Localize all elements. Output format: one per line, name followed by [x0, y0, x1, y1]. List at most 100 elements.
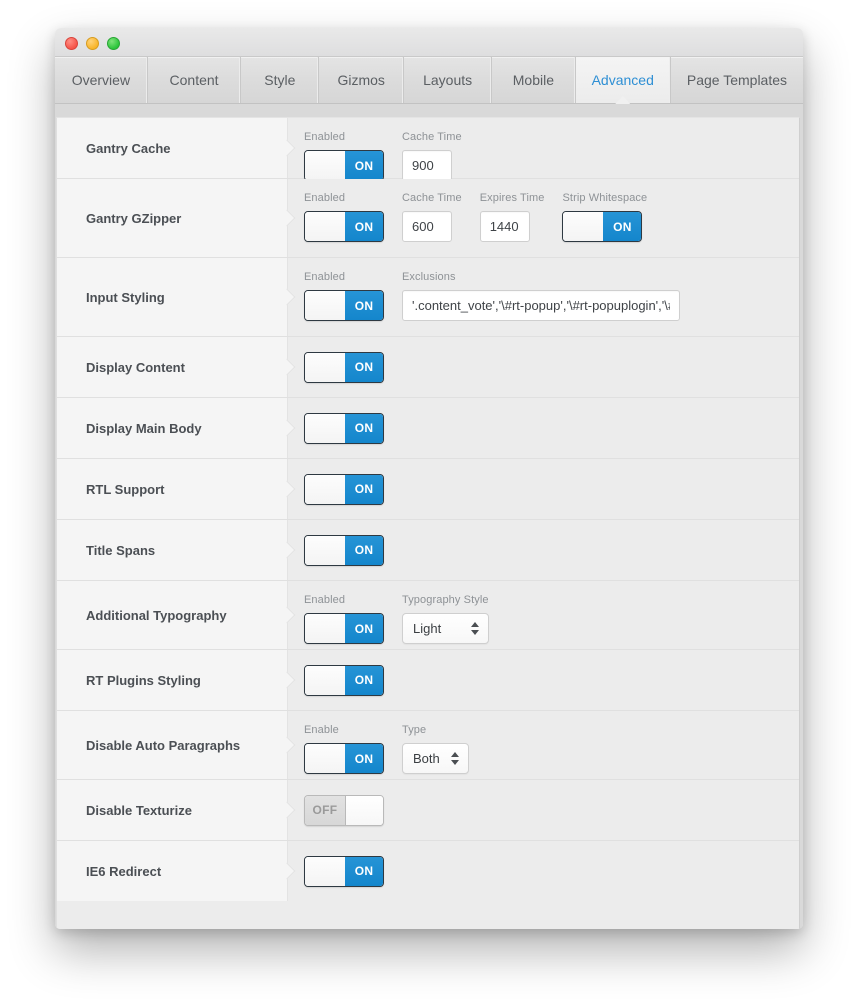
toggle-switch[interactable]: ON — [562, 211, 643, 242]
toggle-state-label: ON — [603, 212, 642, 241]
toggle-state-label: ON — [345, 352, 383, 382]
field-group: Exclusions — [402, 271, 680, 321]
field-group: Enabled ON — [304, 594, 384, 644]
toggle-knob — [305, 413, 345, 443]
field-group: Enabled ON — [304, 131, 384, 181]
toggle-switch[interactable]: ON — [304, 613, 384, 644]
tab-page-templates[interactable]: Page Templates — [671, 57, 803, 103]
settings-row-fields: ON — [288, 650, 799, 710]
field-group: Strip Whitespace ON — [562, 192, 647, 242]
select-dropdown[interactable]: Both — [402, 743, 469, 774]
toggle-knob — [305, 856, 345, 886]
toggle-knob — [305, 474, 345, 504]
field-group: ON — [304, 534, 384, 566]
tab-style[interactable]: Style — [241, 57, 320, 103]
toggle-switch[interactable]: ON — [304, 664, 384, 696]
tab-advanced[interactable]: Advanced — [575, 57, 671, 103]
field-label: Enabled — [304, 594, 346, 606]
settings-row-fields: ON — [288, 520, 799, 580]
tab-bar: Overview Content Style Gizmos Layouts Mobile A… — [55, 57, 803, 104]
settings-row: IE6 Redirect ON — [57, 841, 799, 901]
field-label: Enabled — [304, 192, 346, 204]
settings-row: RTL Support ON — [57, 459, 799, 520]
settings-row-fields: ON — [288, 459, 799, 519]
text-input[interactable] — [479, 211, 530, 242]
tab-mobile[interactable]: Mobile — [492, 57, 576, 103]
field-group: ON — [304, 412, 384, 444]
toggle-switch[interactable]: ON — [304, 855, 384, 887]
field-label: Enabled — [304, 131, 346, 143]
toggle-switch[interactable]: ON — [304, 351, 384, 383]
toggle-switch[interactable]: ON — [304, 290, 384, 321]
field-group: ON — [304, 855, 384, 887]
tab-layouts[interactable]: Layouts — [404, 57, 493, 103]
settings-row-fields: Enabled ON Cache Time Expires Time Strip Whi… — [288, 179, 799, 257]
toggle-switch[interactable]: ON — [304, 743, 384, 774]
text-input[interactable] — [402, 211, 452, 242]
field-group: Enable ON — [304, 724, 384, 774]
field-label: Cache Time — [402, 192, 462, 204]
tab-overview[interactable]: Overview — [55, 57, 148, 103]
settings-row-label: Input Styling — [57, 258, 288, 336]
settings-row-label: RTL Support — [57, 459, 288, 519]
settings-row: Disable Auto Paragraphs Enable ON Type Both — [57, 711, 799, 780]
window-controls — [65, 37, 120, 50]
settings-row: Disable Texturize OFF — [57, 780, 799, 841]
settings-row: Gantry Cache Enabled ON Cache Time — [57, 118, 799, 181]
toggle-switch[interactable]: ON — [304, 473, 384, 505]
field-label: Expires Time — [479, 192, 545, 204]
settings-panel: Gantry CacheEnabledONCache TimeGantry GZ… — [55, 104, 803, 929]
toggle-knob — [305, 665, 345, 695]
field-group: ON — [304, 351, 384, 383]
select-value[interactable]: Both — [402, 743, 469, 774]
field-group: Cache Time — [402, 192, 462, 242]
settings-row: Display Main Body ON — [57, 398, 799, 459]
text-input[interactable] — [402, 290, 680, 321]
select-value[interactable]: Light — [402, 613, 489, 644]
minimize-button[interactable] — [86, 37, 99, 50]
close-button[interactable] — [65, 37, 78, 50]
settings-row-label: Title Spans — [57, 520, 288, 580]
toggle-state-label: ON — [345, 474, 383, 504]
settings-row: Display Content ON — [57, 337, 799, 398]
tab-gizmos[interactable]: Gizmos — [319, 57, 405, 103]
settings-row-label: Additional Typography — [57, 581, 288, 649]
toggle-state-label: ON — [345, 614, 383, 643]
field-group: Expires Time — [479, 192, 545, 242]
settings-row-fields: ON — [288, 398, 799, 458]
text-input[interactable] — [402, 150, 452, 181]
settings-row-fields: Enabled ON Exclusions — [288, 258, 799, 336]
field-label: Strip Whitespace — [562, 192, 648, 204]
toggle-switch[interactable]: OFF — [304, 794, 384, 826]
settings-row: Title Spans ON — [57, 520, 799, 581]
toggle-switch[interactable]: ON — [304, 534, 384, 566]
toggle-switch[interactable]: ON — [304, 150, 384, 181]
field-label: Enabled — [304, 271, 346, 283]
settings-row-fields: Enabled ON Typography Style Light — [288, 581, 799, 649]
toggle-state-label: OFF — [305, 795, 346, 825]
settings-row-label: Disable Texturize — [57, 780, 288, 840]
settings-row-label: Display Content — [57, 337, 288, 397]
settings-row: Gantry GZipper Enabled ON Cache Time Expires… — [57, 179, 799, 258]
settings-row-fields: ON — [288, 841, 799, 901]
settings-row-label: IE6 Redirect — [57, 841, 288, 901]
select-dropdown[interactable]: Light — [402, 613, 489, 644]
field-group: Typography Style Light — [402, 594, 489, 644]
toggle-state-label: ON — [345, 151, 383, 180]
field-group: ON — [304, 664, 384, 696]
field-group: Enabled ON — [304, 271, 384, 321]
settings-row-label: Disable Auto Paragraphs — [57, 711, 288, 779]
settings-row-label: RT Plugins Styling — [57, 650, 288, 710]
settings-row-fields: Enabled ON Cache Time — [288, 118, 799, 181]
settings-row-fields: OFF — [288, 780, 799, 840]
field-group: Type Both — [402, 724, 469, 774]
tab-content[interactable]: Content — [148, 57, 242, 103]
app-window: Overview Content Style Gizmos Layouts Mobile A… — [55, 28, 803, 929]
maximize-button[interactable] — [107, 37, 120, 50]
toggle-knob — [563, 212, 604, 241]
toggle-state-label: ON — [345, 856, 383, 886]
settings-row-label: Display Main Body — [57, 398, 288, 458]
toggle-switch[interactable]: ON — [304, 412, 384, 444]
toggle-switch[interactable]: ON — [304, 211, 384, 242]
toggle-knob — [305, 535, 345, 565]
